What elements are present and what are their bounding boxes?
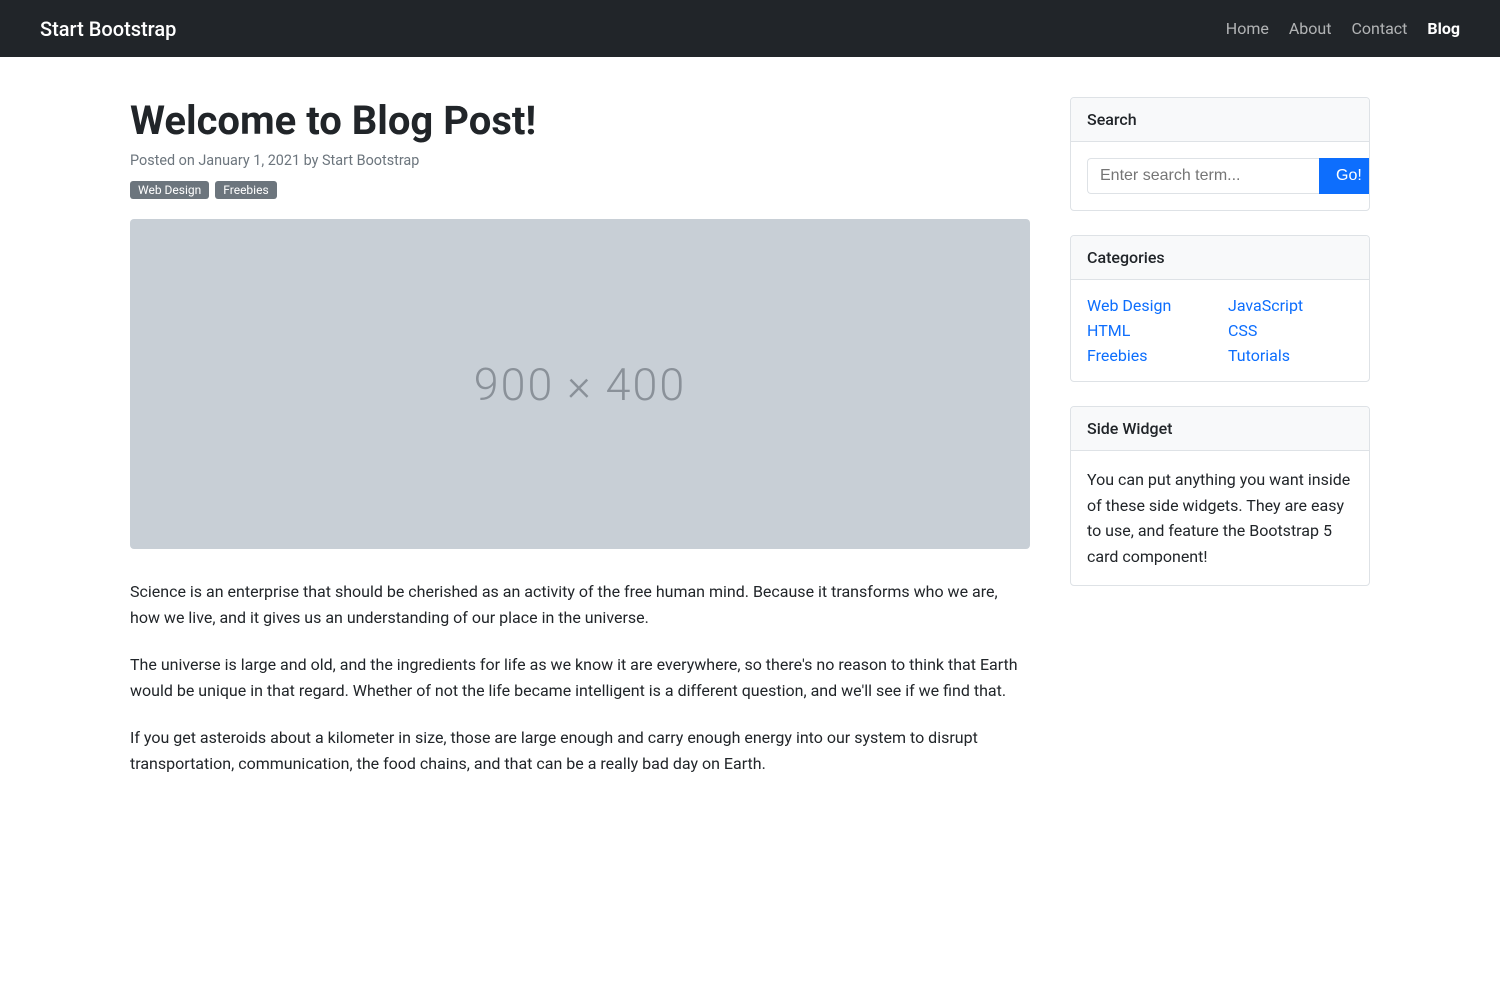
post-body: Science is an enterprise that should be …	[130, 579, 1030, 777]
post-tag: Freebies	[215, 181, 276, 199]
navbar-link-home[interactable]: Home	[1226, 19, 1269, 38]
search-input[interactable]	[1087, 158, 1319, 194]
categories-widget-body: Web Design JavaScript HTML CSS Freebies Tutor…	[1071, 280, 1369, 381]
category-link[interactable]: Freebies	[1087, 346, 1212, 365]
search-button[interactable]: Go!	[1319, 158, 1370, 194]
side-widget: Side Widget You can put anything you wan…	[1070, 406, 1370, 586]
category-link[interactable]: JavaScript	[1228, 296, 1353, 315]
category-link[interactable]: Web Design	[1087, 296, 1212, 315]
navbar-links: Home About Contact Blog	[1226, 19, 1460, 38]
post-title: Welcome to Blog Post!	[130, 97, 1030, 144]
navbar-brand[interactable]: Start Bootstrap	[40, 17, 176, 41]
side-widget-header: Side Widget	[1071, 407, 1369, 451]
page-container: Welcome to Blog Post! Posted on January …	[90, 57, 1410, 837]
categories-widget-header: Categories	[1071, 236, 1369, 280]
post-paragraph: The universe is large and old, and the i…	[130, 652, 1030, 705]
post-meta: Posted on January 1, 2021 by Start Boots…	[130, 152, 1030, 169]
navbar-link-about[interactable]: About	[1289, 19, 1332, 38]
navbar: Start Bootstrap Home About Contact Blog	[0, 0, 1500, 57]
search-form: Go!	[1087, 158, 1353, 194]
category-link[interactable]: HTML	[1087, 321, 1212, 340]
post-paragraph: Science is an enterprise that should be …	[130, 579, 1030, 632]
sidebar: Search Go! Categories Web Design JavaScri…	[1070, 97, 1370, 797]
search-widget: Search Go!	[1070, 97, 1370, 211]
side-widget-text: You can put anything you want inside of …	[1087, 467, 1353, 569]
navbar-link-blog[interactable]: Blog	[1427, 19, 1460, 38]
post-image: 900 × 400	[130, 219, 1030, 549]
categories-widget: Categories Web Design JavaScript HTML CSS Fr…	[1070, 235, 1370, 382]
post-tags: Web Design Freebies	[130, 181, 1030, 199]
main-content: Welcome to Blog Post! Posted on January …	[130, 97, 1030, 797]
navbar-link-contact[interactable]: Contact	[1351, 19, 1407, 38]
search-widget-header: Search	[1071, 98, 1369, 142]
post-tag: Web Design	[130, 181, 209, 199]
search-widget-body: Go!	[1071, 142, 1369, 210]
post-paragraph: If you get asteroids about a kilometer i…	[130, 725, 1030, 778]
side-widget-body: You can put anything you want inside of …	[1071, 451, 1369, 585]
category-link[interactable]: Tutorials	[1228, 346, 1353, 365]
category-link[interactable]: CSS	[1228, 321, 1353, 340]
categories-grid: Web Design JavaScript HTML CSS Freebies Tutor…	[1087, 296, 1353, 365]
